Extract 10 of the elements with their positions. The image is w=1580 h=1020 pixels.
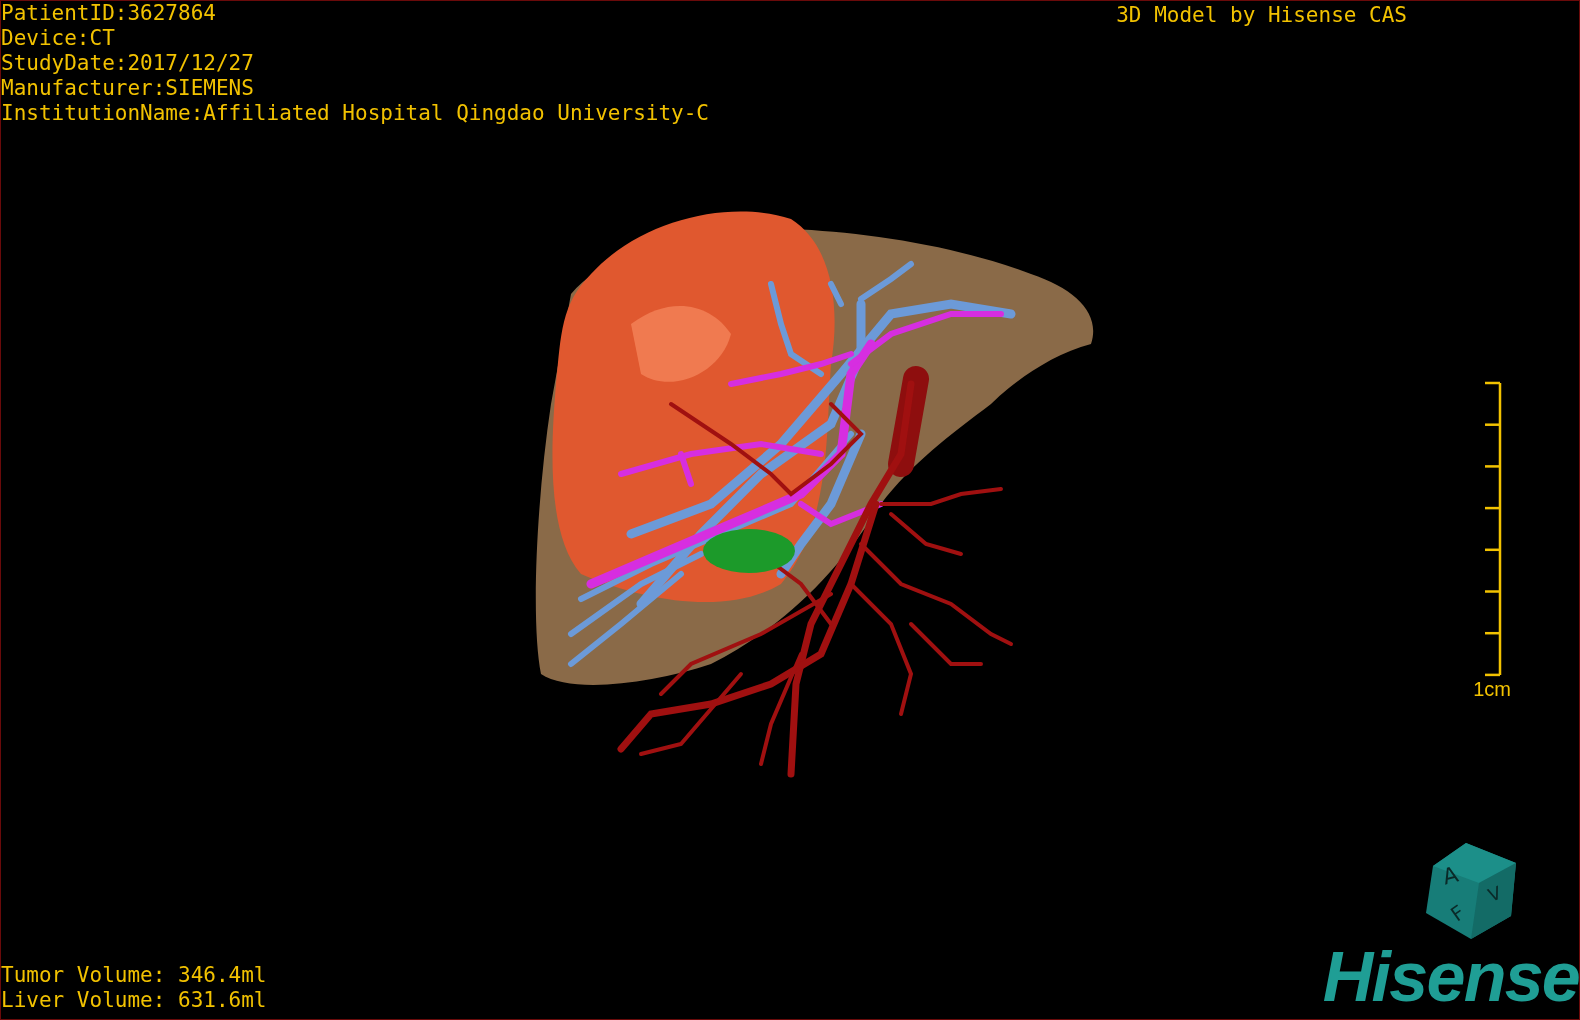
study-info-line: PatientID:3627864 <box>1 1 217 26</box>
viewer-title: 3D Model by Hisense CAS <box>1116 3 1407 28</box>
study-info-line: InstitutionName:Affiliated Hospital Qingdao University-C <box>1 101 709 126</box>
scale-label: 1cm <box>1473 677 1511 701</box>
volume-reading: Liver Volume: 631.6ml <box>1 988 267 1013</box>
study-info-line: Device:CT <box>1 26 116 51</box>
volume-reading: Tumor Volume: 346.4ml <box>1 963 267 988</box>
study-info-line: Manufacturer:SIEMENS <box>1 76 255 101</box>
study-info-line: StudyDate:2017/12/27 <box>1 51 255 76</box>
brand-logo: Hisense <box>1322 941 1579 1013</box>
